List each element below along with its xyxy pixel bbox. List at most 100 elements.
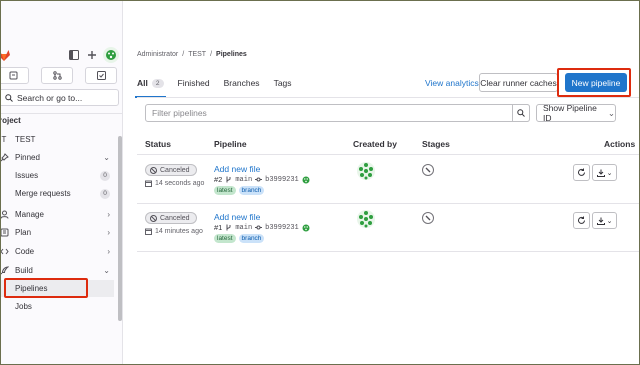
checklist-icon	[96, 71, 106, 80]
clear-runner-caches-button[interactable]: Clear runner caches	[479, 73, 558, 92]
issues-icon	[9, 71, 17, 80]
sidebar-item-merge-requests[interactable]: Merge requests 0	[1, 185, 114, 202]
search-icon	[517, 109, 525, 117]
commit-author-avatar	[302, 224, 310, 231]
retry-icon	[578, 168, 585, 176]
rocket-icon	[1, 266, 9, 276]
branch-icon	[226, 224, 231, 231]
download-icon	[596, 169, 605, 177]
pipeline-id-link[interactable]: #1	[214, 223, 222, 232]
sidebar-item-issues[interactable]: Issues 0	[1, 167, 114, 184]
pipeline-title-link[interactable]: Add new file	[214, 164, 260, 174]
merge-request-icon	[52, 71, 62, 80]
search-label: Search or go to...	[17, 92, 83, 103]
stage-canceled-icon[interactable]	[422, 212, 434, 224]
sidebar-section-label: roject	[1, 116, 21, 125]
commit-sha-link[interactable]: b3999231	[265, 224, 299, 232]
pipeline-time: 14 minutes ago	[145, 228, 203, 235]
merge-requests-count-badge: 0	[100, 188, 110, 199]
chevron-down-icon: ⌄	[606, 217, 613, 225]
branch-tag: branch	[238, 234, 265, 243]
time-label: 14 minutes ago	[155, 228, 203, 235]
user-avatar[interactable]	[103, 47, 119, 63]
retry-button[interactable]	[573, 164, 590, 181]
table-header: Status Pipeline Created by Stages Action…	[137, 129, 639, 155]
commit-author-avatar	[302, 176, 310, 183]
sidebar-item-build[interactable]: Build ⌄	[1, 262, 114, 279]
retry-button[interactable]	[573, 212, 590, 229]
branch-name-link[interactable]: main	[235, 176, 252, 184]
status-label: Canceled	[160, 214, 190, 222]
sidebar-item-project[interactable]: T TEST	[1, 131, 114, 148]
branch-name-link[interactable]: main	[235, 224, 252, 232]
tab-tags[interactable]: Tags	[274, 78, 292, 88]
highlight-box-new-pipeline	[557, 68, 631, 97]
sidebar-item-pinned[interactable]: Pinned ⌄	[1, 149, 114, 166]
download-artifacts-dropdown[interactable]: ⌄	[592, 212, 617, 229]
pin-icon	[1, 153, 9, 163]
breadcrumb-item[interactable]: TEST	[188, 51, 206, 58]
sort-label: Show Pipeline ID	[543, 103, 597, 123]
breadcrumb-separator: /	[210, 51, 213, 58]
project-initial-icon: T	[1, 135, 7, 144]
view-analytics-link[interactable]: View analytics	[425, 78, 479, 88]
created-by-avatar[interactable]	[356, 209, 376, 229]
pipeline-meta: #1 main b3999231	[214, 223, 310, 232]
todos-button[interactable]	[85, 67, 117, 84]
table-row: Canceled 14 minutes ago Add new file #1 …	[137, 204, 639, 252]
breadcrumb: Administrator / TEST / Pipelines	[137, 51, 247, 58]
commit-icon	[255, 177, 263, 182]
gitlab-logo-icon[interactable]	[1, 48, 11, 62]
column-header-created-by: Created by	[353, 139, 397, 149]
tab-label: All	[137, 78, 148, 88]
issues-count-badge: 0	[100, 170, 110, 181]
tab-finished[interactable]: Finished	[178, 78, 210, 88]
sidebar-item-manage[interactable]: Manage ›	[1, 206, 114, 223]
chevron-down-icon: ⌄	[606, 169, 613, 177]
branch-tag: branch	[238, 186, 265, 195]
sidebar-item-plan[interactable]: Plan ›	[1, 224, 114, 241]
breadcrumb-item[interactable]: Administrator	[137, 51, 178, 58]
sidebar-item-jobs[interactable]: Jobs	[1, 298, 114, 315]
stage-canceled-icon[interactable]	[422, 164, 434, 176]
pipeline-id-link[interactable]: #2	[214, 175, 222, 184]
tab-branches[interactable]: Branches	[224, 78, 260, 88]
sidebar-item-label: Merge requests	[15, 189, 71, 198]
pipeline-tags: latest branch	[214, 234, 265, 243]
commit-sha-link[interactable]: b3999231	[265, 176, 299, 184]
chevron-right-icon: ›	[107, 210, 110, 219]
sort-dropdown[interactable]: Show Pipeline ID ⌄	[536, 103, 616, 123]
column-header-pipeline: Pipeline	[214, 139, 247, 149]
time-label: 14 seconds ago	[155, 180, 205, 187]
sidebar-toggle-icon[interactable]	[67, 48, 81, 62]
pipeline-tags: latest branch	[214, 186, 265, 195]
table-row: Canceled 14 seconds ago Add new file #2 …	[137, 156, 639, 204]
status-badge[interactable]: Canceled	[145, 212, 197, 224]
created-by-avatar[interactable]	[356, 161, 376, 181]
sidebar-item-code[interactable]: Code ›	[1, 243, 114, 260]
tabs-divider	[137, 97, 639, 98]
sidebar-divider	[1, 113, 123, 114]
app-frame: Search or go to... roject T TEST Pinned …	[1, 1, 639, 364]
pipeline-tabs: All 2 Finished Branches Tags	[135, 73, 292, 98]
filter-search-button[interactable]	[512, 104, 530, 122]
chevron-down-icon: ⌄	[103, 266, 110, 275]
sidebar-item-label: Issues	[15, 171, 39, 180]
todo-button[interactable]	[1, 67, 29, 84]
merge-requests-button[interactable]	[41, 67, 73, 84]
filter-pipelines-input[interactable]: Filter pipelines	[145, 104, 530, 122]
pipeline-meta: #2 main b3999231	[214, 175, 310, 184]
breadcrumb-current[interactable]: Pipelines	[216, 51, 247, 58]
sidebar-scrollbar[interactable]	[118, 136, 122, 321]
tab-all[interactable]: All 2	[135, 78, 165, 98]
plus-icon[interactable]	[85, 48, 99, 62]
search-or-go-to-button[interactable]: Search or go to...	[1, 89, 119, 106]
tab-count-badge: 2	[151, 78, 164, 88]
pipeline-title-link[interactable]: Add new file	[214, 212, 260, 222]
chevron-right-icon: ›	[107, 247, 110, 256]
download-artifacts-dropdown[interactable]: ⌄	[592, 164, 617, 181]
canceled-icon	[150, 166, 157, 174]
main-content: Administrator / TEST / Pipelines All 2 F…	[125, 1, 639, 364]
status-badge[interactable]: Canceled	[145, 164, 197, 176]
chevron-down-icon: ⌄	[607, 107, 615, 118]
